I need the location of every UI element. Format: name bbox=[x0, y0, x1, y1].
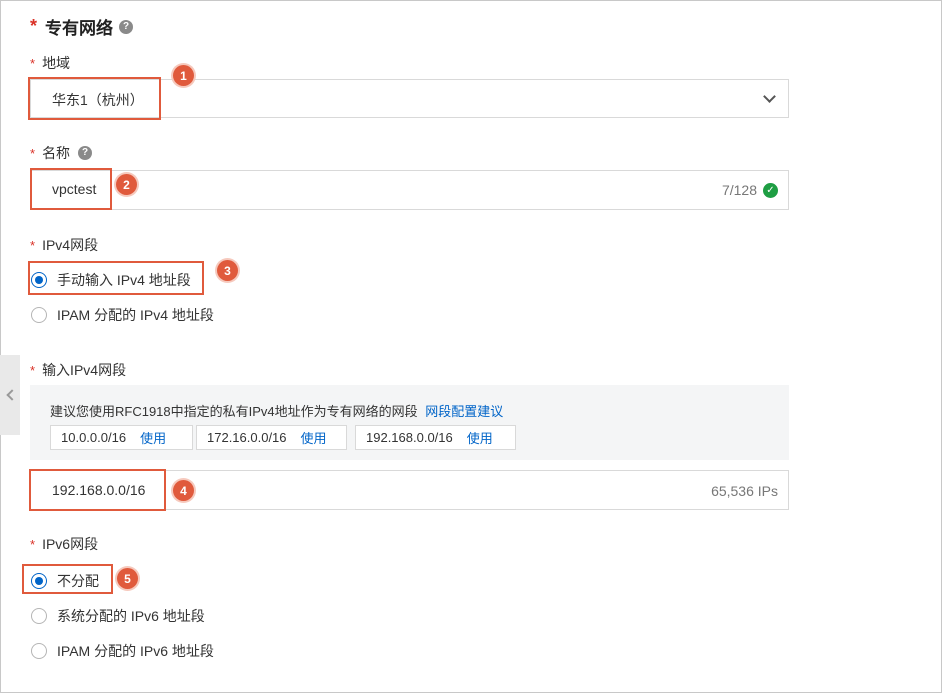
required-mark: * bbox=[30, 16, 38, 36]
name-counter: 7/128 ✓ bbox=[722, 182, 778, 198]
highlight-box-5 bbox=[22, 564, 113, 594]
use-cidr-button[interactable]: 使用 bbox=[140, 428, 166, 447]
collapse-sidebar-button[interactable] bbox=[0, 355, 20, 435]
required-mark: * bbox=[30, 237, 36, 253]
step-badge-4: 4 bbox=[173, 480, 194, 501]
radio-button[interactable] bbox=[31, 307, 47, 323]
ipv4-input-label: * 输入IPv4网段 bbox=[30, 360, 126, 380]
cidr-suggestion-value: 10.0.0.0/16 bbox=[61, 430, 127, 445]
ipv6-label-text: IPv6网段 bbox=[42, 536, 99, 552]
required-mark: * bbox=[30, 362, 36, 378]
cidr-hint-text: 建议您使用RFC1918中指定的私有IPv4地址作为专有网络的网段 bbox=[50, 404, 418, 419]
ipv6-option-ipam-label: IPAM 分配的 IPv6 地址段 bbox=[57, 643, 214, 659]
radio-button[interactable] bbox=[31, 608, 47, 624]
step-badge-3: 3 bbox=[217, 260, 238, 281]
name-value: vpctest bbox=[52, 181, 97, 197]
ipv4-input-label-text: 输入IPv4网段 bbox=[42, 362, 127, 378]
name-label-text: 名称 bbox=[42, 145, 71, 161]
cidr-suggestion-value: 192.168.0.0/16 bbox=[366, 430, 453, 445]
cidr-advice-link[interactable]: 网段配置建议 bbox=[425, 404, 503, 419]
required-mark: * bbox=[30, 536, 36, 552]
name-label: * 名称 ? bbox=[30, 143, 93, 163]
name-char-count: 7/128 bbox=[721, 182, 757, 198]
use-cidr-button[interactable]: 使用 bbox=[301, 428, 327, 447]
name-input[interactable]: 7/128 ✓ bbox=[30, 170, 789, 210]
cidr-hint: 建议您使用RFC1918中指定的私有IPv4地址作为专有网络的网段 网段配置建议 bbox=[50, 401, 503, 420]
ipv4-label-text: IPv4网段 bbox=[42, 237, 99, 253]
required-mark: * bbox=[30, 55, 36, 71]
check-circle-icon: ✓ bbox=[763, 182, 778, 198]
region-label: * 地域 bbox=[30, 53, 70, 73]
cidr-suggestion-chip: 192.168.0.0/16 使用 bbox=[355, 425, 516, 450]
highlight-box-3 bbox=[28, 261, 204, 295]
section-title-text: 专有网络 bbox=[45, 19, 114, 38]
radio-button[interactable] bbox=[31, 643, 47, 659]
chevron-down-icon[interactable] bbox=[763, 90, 776, 103]
help-icon[interactable]: ? bbox=[78, 146, 93, 160]
ipv4-cidr-value: 192.168.0.0/16 bbox=[52, 482, 146, 498]
ipv6-option-system[interactable]: 系统分配的 IPv6 地址段 bbox=[31, 606, 205, 626]
ipv4-option-ipam-label: IPAM 分配的 IPv4 地址段 bbox=[57, 307, 214, 323]
ipv6-option-ipam[interactable]: IPAM 分配的 IPv6 地址段 bbox=[31, 641, 214, 661]
region-label-text: 地域 bbox=[42, 55, 71, 71]
cidr-suggestion-chip: 10.0.0.0/16 使用 bbox=[50, 425, 193, 450]
ipv4-label: * IPv4网段 bbox=[30, 235, 98, 255]
required-mark: * bbox=[30, 145, 36, 161]
help-icon[interactable]: ? bbox=[119, 19, 134, 34]
ip-count: 65,536 IPs bbox=[711, 483, 778, 499]
cidr-suggestion-chip: 172.16.0.0/16 使用 bbox=[196, 425, 347, 450]
step-badge-2: 2 bbox=[116, 174, 137, 195]
ipv6-label: * IPv6网段 bbox=[30, 534, 98, 554]
cidr-suggestion-value: 172.16.0.0/16 bbox=[207, 430, 287, 445]
ipv6-option-system-label: 系统分配的 IPv6 地址段 bbox=[57, 608, 205, 624]
region-value: 华东1（杭州） bbox=[52, 92, 144, 108]
step-badge-5: 5 bbox=[117, 568, 138, 589]
chevron-left-icon bbox=[5, 389, 18, 401]
use-cidr-button[interactable]: 使用 bbox=[467, 428, 493, 447]
ipv4-option-ipam[interactable]: IPAM 分配的 IPv4 地址段 bbox=[31, 305, 214, 325]
cidr-suggestion-panel: 建议您使用RFC1918中指定的私有IPv4地址作为专有网络的网段 网段配置建议… bbox=[30, 385, 789, 460]
step-badge-1: 1 bbox=[173, 65, 194, 86]
section-title: * 专有网络 ? bbox=[30, 14, 134, 39]
